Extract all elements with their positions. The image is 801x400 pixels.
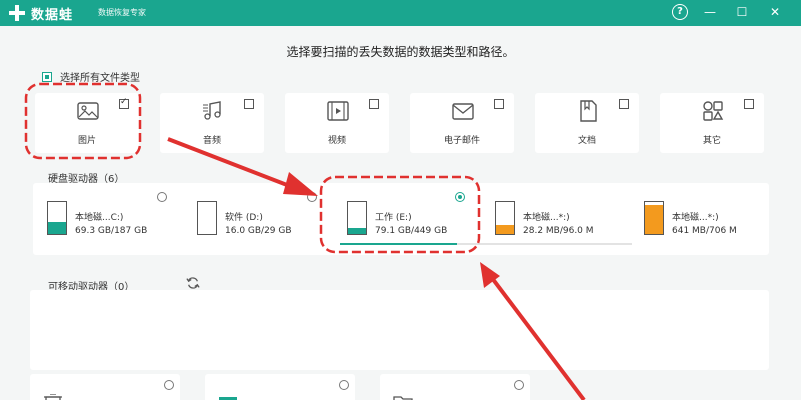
refresh-icon[interactable]: [186, 276, 200, 290]
type-checkbox-image[interactable]: [119, 97, 129, 109]
location-card[interactable]: [380, 374, 530, 400]
help-button[interactable]: ?: [672, 4, 688, 20]
select-all-checkbox[interactable]: 选择所有文件类型: [42, 69, 140, 84]
location-card[interactable]: [205, 374, 355, 400]
select-all-label: 选择所有文件类型: [60, 73, 140, 84]
type-checkbox-document[interactable]: [619, 99, 629, 109]
type-label: 视频: [327, 136, 346, 146]
app-logo-icon: [9, 5, 25, 21]
hard-drives-panel: 本地磁...C:) 69.3 GB/187 GB 软件 (D:) 16.0 GB…: [33, 183, 769, 255]
type-label: 文档: [577, 136, 596, 146]
type-card-image[interactable]: 图片: [35, 93, 139, 153]
type-label: 音频: [202, 136, 221, 146]
app-name: 数据蛙: [31, 8, 74, 23]
type-card-video[interactable]: 视频: [285, 93, 389, 153]
title-bar: 数据蛙 数据恢复专家 ? — ☐ ✕: [0, 0, 801, 26]
minimize-button[interactable]: —: [702, 4, 718, 20]
location-radio[interactable]: [339, 380, 349, 390]
document-icon: [580, 100, 597, 122]
video-icon: [327, 101, 349, 121]
maximize-button[interactable]: ☐: [734, 4, 750, 20]
drive-name: 工作 (E:): [375, 213, 412, 223]
drive-icon: [644, 201, 664, 235]
type-label: 其它: [702, 136, 721, 146]
type-checkbox-other[interactable]: [744, 99, 754, 109]
image-icon: [77, 102, 99, 120]
drive-icon: [47, 201, 67, 235]
drive-other-1[interactable]: 本地磁...*:) 28.2 MB/96.0 M: [495, 183, 635, 255]
drive-size: 16.0 GB/29 GB: [225, 226, 292, 236]
checkbox-icon[interactable]: [42, 71, 52, 82]
type-label: 图片: [77, 136, 96, 146]
type-checkbox-audio[interactable]: [244, 99, 254, 109]
drive-radio[interactable]: [307, 192, 317, 202]
type-checkbox-email[interactable]: [494, 99, 504, 109]
close-button[interactable]: ✕: [767, 4, 783, 20]
type-card-other[interactable]: 其它: [660, 93, 764, 153]
drive-other-2[interactable]: 本地磁...*:) 641 MB/706 M: [644, 183, 764, 255]
drive-name: 本地磁...C:): [75, 213, 124, 223]
drive-icon: [495, 201, 515, 235]
arrow-head: [480, 262, 500, 288]
drive-icon: [347, 201, 367, 235]
drive-name: 软件 (D:): [225, 213, 263, 223]
drive-size: 69.3 GB/187 GB: [75, 226, 148, 236]
type-card-email[interactable]: 电子邮件: [410, 93, 514, 153]
drive-radio-selected[interactable]: [455, 192, 465, 202]
scan-prompt: 选择要扫描的丢失数据的数据类型和路径。: [286, 45, 515, 59]
type-checkbox-video[interactable]: [369, 99, 379, 109]
trash-icon: [44, 394, 62, 400]
other-icon: [703, 101, 724, 121]
type-label: 电子邮件: [443, 136, 480, 146]
folder-icon: [393, 396, 413, 400]
drive-usage-fill: [340, 243, 457, 245]
app-subtitle: 数据恢复专家: [98, 8, 146, 17]
drive-radio[interactable]: [157, 192, 167, 202]
audio-icon: [203, 101, 221, 120]
email-icon: [452, 103, 474, 120]
drive-size: 28.2 MB/96.0 M: [523, 226, 594, 236]
removable-drives-panel: [30, 290, 769, 370]
location-card[interactable]: [30, 374, 180, 400]
drive-size: 641 MB/706 M: [672, 226, 737, 236]
location-radio[interactable]: [164, 380, 174, 390]
type-card-audio[interactable]: 音频: [160, 93, 264, 153]
drive-name: 本地磁...*:): [523, 213, 570, 223]
location-radio[interactable]: [514, 380, 524, 390]
drive-size: 79.1 GB/449 GB: [375, 226, 448, 236]
drive-icon: [197, 201, 217, 235]
desktop-icon: [219, 397, 237, 400]
type-card-document[interactable]: 文档: [535, 93, 639, 153]
drive-name: 本地磁...*:): [672, 213, 719, 223]
